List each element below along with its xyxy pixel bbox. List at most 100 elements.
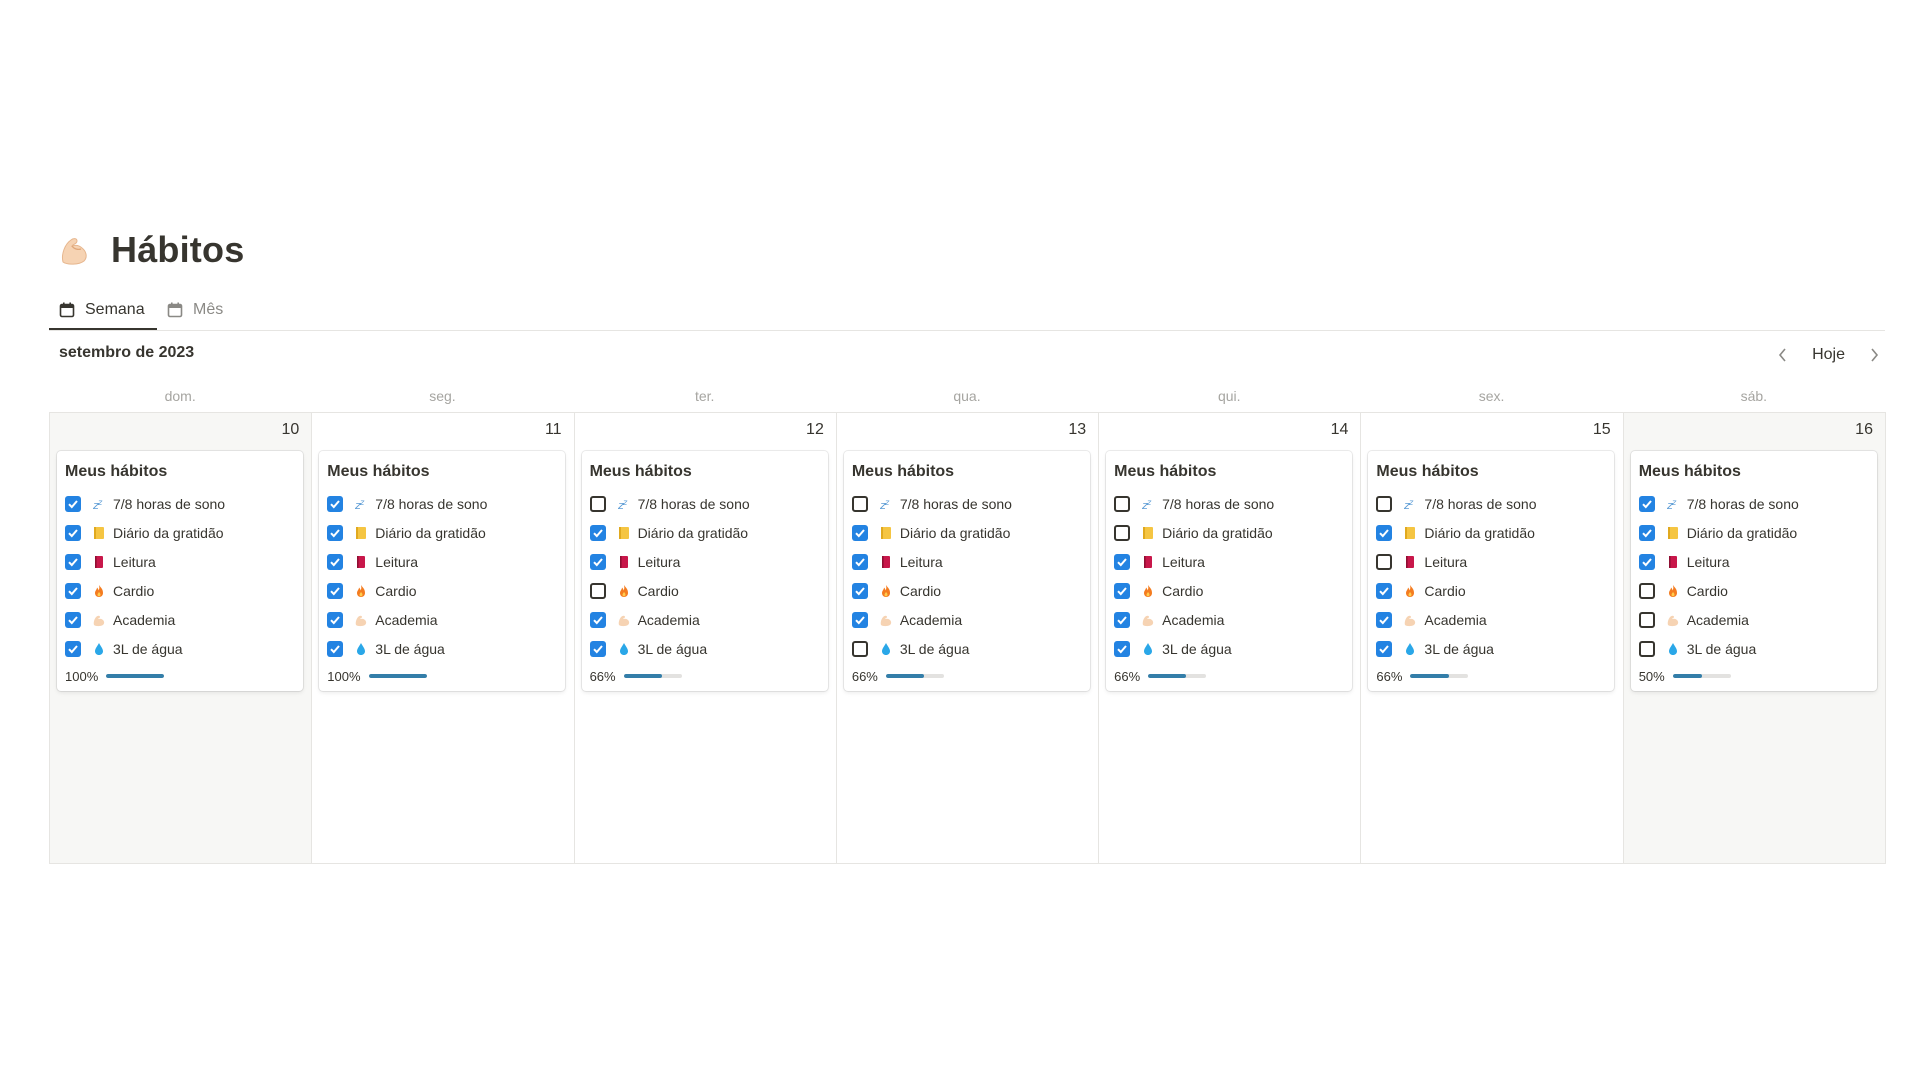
- zzz-icon: zz: [616, 496, 632, 512]
- habit-checkbox-unchecked[interactable]: [851, 640, 868, 657]
- habit-label: 7/8 horas de sono: [899, 495, 1012, 512]
- weekday-label: seg.: [429, 388, 456, 404]
- habit-checkbox-checked[interactable]: [1638, 524, 1655, 541]
- habit-checkbox-checked[interactable]: [589, 553, 606, 570]
- zzz-icon: zz: [353, 496, 369, 512]
- habit-label: Academia: [1162, 611, 1225, 628]
- habit-checkbox-checked[interactable]: [1376, 582, 1393, 599]
- habit-checkbox-unchecked[interactable]: [1376, 495, 1393, 512]
- habit-checkbox-checked[interactable]: [65, 553, 81, 570]
- habit-row: Academia: [851, 605, 1082, 634]
- svg-text:z: z: [884, 498, 890, 507]
- habit-checkbox-unchecked[interactable]: [1638, 582, 1655, 599]
- habit-row: 3L de água: [327, 634, 557, 663]
- habit-label: 3L de água: [1686, 640, 1757, 657]
- habit-checkbox-checked[interactable]: [327, 553, 344, 570]
- habit-label: 3L de água: [1424, 640, 1494, 657]
- habit-card[interactable]: Meus hábitos z z 7/8 horas de sono Diário da…: [1106, 451, 1353, 691]
- habit-checkbox-checked[interactable]: [589, 640, 606, 657]
- habit-checkbox-unchecked[interactable]: [589, 495, 606, 512]
- habit-checkbox-checked[interactable]: [327, 611, 344, 628]
- view-tabs: Semana Mês: [49, 290, 1885, 331]
- habit-label: 3L de água: [375, 640, 445, 657]
- habit-card[interactable]: Meus hábitos z z 7/8 horas de sono Diário da…: [57, 451, 303, 691]
- day-cell[interactable]: 13 Meus hábitos z z 7/8 horas de sono Diário …: [837, 413, 1100, 863]
- habit-checkbox-unchecked[interactable]: [1376, 553, 1393, 570]
- calendar-icon: [59, 301, 77, 319]
- habit-row: Leitura: [1376, 547, 1606, 576]
- book-icon: [91, 554, 107, 570]
- habit-checkbox-checked[interactable]: [851, 524, 868, 541]
- habit-checkbox-checked[interactable]: [65, 611, 81, 628]
- habit-checkbox-checked[interactable]: [1376, 611, 1393, 628]
- habit-checkbox-unchecked[interactable]: [1638, 611, 1655, 628]
- habit-checkbox-checked[interactable]: [589, 611, 606, 628]
- habit-checkbox-checked[interactable]: [1376, 524, 1393, 541]
- habit-checkbox-checked[interactable]: [1114, 640, 1131, 657]
- habit-row: Cardio: [851, 576, 1082, 605]
- tab-semana[interactable]: Semana: [59, 290, 145, 330]
- habit-label: Diário da gratidão: [113, 524, 224, 541]
- droplet-icon: [91, 641, 107, 657]
- habit-card[interactable]: Meus hábitos z z 7/8 horas de sono Diário da…: [1630, 451, 1877, 691]
- habit-checkbox-checked[interactable]: [65, 495, 81, 512]
- day-cell[interactable]: 10 Meus hábitos z z 7/8 horas de sono Diário …: [50, 413, 313, 863]
- habit-row: Academia: [327, 605, 557, 634]
- day-cell[interactable]: 14 Meus hábitos z z 7/8 horas de sono Diário …: [1099, 413, 1362, 863]
- day-cell[interactable]: 16 Meus hábitos z z 7/8 horas de sono Diário …: [1623, 413, 1886, 863]
- habit-checkbox-checked[interactable]: [1638, 553, 1655, 570]
- day-cell[interactable]: 11 Meus hábitos z z 7/8 horas de sono Diário …: [312, 413, 575, 863]
- habit-checkbox-checked[interactable]: [327, 640, 344, 657]
- flexed-biceps-icon: [353, 612, 369, 628]
- progress-bar-fill: [1672, 674, 1702, 678]
- habit-checkbox-checked[interactable]: [589, 524, 606, 541]
- habit-checkbox-checked[interactable]: [65, 640, 81, 657]
- habit-checkbox-checked[interactable]: [1638, 495, 1655, 512]
- habit-checkbox-unchecked[interactable]: [851, 495, 868, 512]
- tab-mes[interactable]: Mês: [167, 290, 223, 330]
- habit-card[interactable]: Meus hábitos z z 7/8 horas de sono Diário da…: [581, 451, 828, 691]
- fire-icon: [91, 583, 107, 599]
- habit-card[interactable]: Meus hábitos z z 7/8 horas de sono Diário da…: [1368, 451, 1615, 691]
- habit-checkbox-unchecked[interactable]: [589, 582, 606, 599]
- habit-checkbox-checked[interactable]: [65, 524, 81, 541]
- habit-checkbox-checked[interactable]: [327, 582, 344, 599]
- day-number: 11: [544, 421, 562, 438]
- day-cell[interactable]: 15 Meus hábitos z z 7/8 horas de sono Diário …: [1361, 413, 1624, 863]
- book-icon: [353, 554, 369, 570]
- habit-checkbox-unchecked[interactable]: [1638, 640, 1655, 657]
- today-button[interactable]: Hoje: [1806, 344, 1851, 366]
- progress-bar: [885, 674, 944, 678]
- habit-checkbox-checked[interactable]: [327, 495, 344, 512]
- habit-row: Cardio: [589, 576, 820, 605]
- habit-checkbox-checked[interactable]: [851, 611, 868, 628]
- chevron-right-icon[interactable]: [1863, 344, 1885, 366]
- fire-icon: [1665, 583, 1681, 599]
- habit-checkbox-checked[interactable]: [1376, 640, 1393, 657]
- weekday-label: sex.: [1478, 388, 1505, 404]
- notebook-icon: [1140, 525, 1156, 541]
- progress-percent: 66%: [589, 668, 616, 684]
- habit-card[interactable]: Meus hábitos z z 7/8 horas de sono Diário da…: [319, 451, 566, 691]
- habit-label: Academia: [1686, 611, 1749, 628]
- habit-checkbox-checked[interactable]: [851, 553, 868, 570]
- progress-bar: [106, 674, 165, 678]
- chevron-left-icon[interactable]: [1772, 344, 1794, 366]
- habit-checkbox-unchecked[interactable]: [1114, 495, 1131, 512]
- weekday-header: dom. seg. ter. qua. qui. sex. sáb.: [49, 384, 1885, 408]
- habit-checkbox-unchecked[interactable]: [1114, 524, 1131, 541]
- habit-label: 3L de água: [1162, 640, 1232, 657]
- flexed-biceps-icon[interactable]: [55, 230, 95, 270]
- habit-checkbox-checked[interactable]: [1114, 553, 1131, 570]
- svg-text:z: z: [97, 498, 103, 507]
- habit-checkbox-checked[interactable]: [65, 582, 81, 599]
- habit-checkbox-checked[interactable]: [327, 524, 344, 541]
- habit-checkbox-checked[interactable]: [1114, 611, 1131, 628]
- habit-label: 7/8 horas de sono: [375, 495, 488, 512]
- day-cell[interactable]: 12 Meus hábitos z z 7/8 horas de sono Diário …: [575, 413, 837, 863]
- habit-checkbox-checked[interactable]: [851, 582, 868, 599]
- habit-card[interactable]: Meus hábitos z z 7/8 horas de sono Diário da…: [843, 451, 1090, 691]
- habit-checkbox-checked[interactable]: [1114, 582, 1131, 599]
- habit-row: 3L de água: [1376, 634, 1606, 663]
- card-title: Meus hábitos: [1638, 463, 1741, 480]
